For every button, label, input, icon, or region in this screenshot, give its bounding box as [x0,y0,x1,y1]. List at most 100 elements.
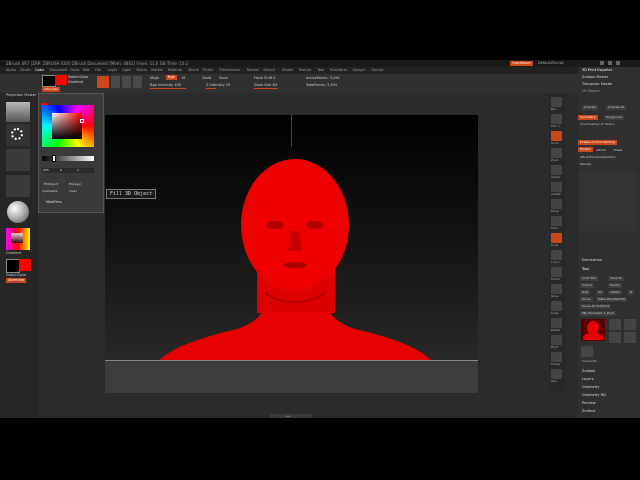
maximize-icon[interactable] [608,61,612,65]
tool-l-sym-button[interactable]: L.Sym [551,250,562,264]
goz-button[interactable]: GoZ [580,290,591,295]
tool-actual-button[interactable]: Actual [551,165,562,179]
protect-button[interactable]: Protect [578,147,593,152]
shelf-main-color[interactable] [6,259,20,273]
tool-palette-header[interactable]: Tool [582,267,589,271]
tool-frame-button[interactable]: Frame [551,267,562,281]
default-zscript-button[interactable]: DefaultZScript [538,61,563,65]
decimation-item[interactable]: Decimation [582,258,602,262]
value-slider[interactable] [42,155,94,162]
tool-bpr-button[interactable]: Bpr [551,97,562,111]
sys-palette-button[interactable]: SysPalette [42,189,58,193]
tool-local-button[interactable]: Local [551,233,562,247]
texture-thumbnail[interactable] [6,175,30,197]
menu-file[interactable]: File [95,68,101,72]
main-color-swatch[interactable] [42,75,56,87]
menu-color[interactable]: Color [35,68,44,72]
polygroups-button[interactable]: Polygroups [604,115,625,120]
tool-rotate-button[interactable]: Rotate [551,318,562,332]
menu-zscript[interactable]: Zscript [371,68,383,72]
shelf-switch-color-label[interactable]: SwitchColor [6,273,27,277]
tool-persp-button[interactable]: Persp [551,199,562,213]
tool-thumb-polymesh[interactable] [609,332,621,343]
menu-document[interactable]: Document [50,68,68,72]
menu-stroke[interactable]: Stroke [282,68,293,72]
menu-macro[interactable]: Macro [137,68,148,72]
alternate-button[interactable]: Alternate [42,87,60,92]
preview-section[interactable]: Preview [582,401,596,405]
tool-solo-button[interactable]: Solo [551,369,562,383]
blue-value[interactable]: 0 [77,168,79,172]
menu-movie[interactable]: Movie [188,68,198,72]
rgb-values-row[interactable]: 255 0 0 [42,168,94,173]
tool-spix-3-button[interactable]: SPix 3 [551,114,562,128]
density-slider[interactable]: Density [580,162,591,166]
draw-mode-icon[interactable] [97,76,109,88]
use-existing-seams-label[interactable]: Use Existing UV Seams [580,122,615,126]
clone-all-subtools-button[interactable]: Clone All SubTools [580,304,612,309]
attract-button[interactable]: Attract [596,148,606,152]
menu-marker[interactable]: Marker [151,68,163,72]
minimize-icon[interactable] [600,61,604,65]
menu-zplugin[interactable]: Zplugin [353,68,366,72]
clear-button[interactable]: Clear [69,189,77,193]
alpha-thumbnail[interactable] [6,149,30,171]
switch-color-label[interactable]: SwitchColor [68,75,89,79]
subtool-master-item[interactable]: Subtool Master [582,75,608,79]
menu-picker[interactable]: Picker [203,68,213,72]
menu-alpha[interactable]: Alpha [6,68,16,72]
secondary-color-swatch[interactable] [55,75,67,85]
value-slider-handle[interactable] [52,155,56,162]
tool-zoom-button[interactable]: Zoom [551,148,562,162]
close-icon[interactable] [616,61,620,65]
erase-button[interactable]: Erase [614,148,622,152]
tool-thumb-simplebrush[interactable] [609,319,621,330]
gradient-label[interactable]: Gradient [68,80,83,84]
tool-thumb-dynamesh[interactable] [624,332,636,343]
layers-section[interactable]: Layers [582,377,594,381]
green-value[interactable]: 0 [60,168,62,172]
surface-section[interactable]: Surface [582,409,595,413]
rotate-mode-icon[interactable] [133,76,142,88]
menu-edit[interactable]: Edit [83,68,90,72]
enable-control-painting-button[interactable]: Enable Control Painting [578,140,618,145]
focal-shift-slider[interactable]: Focal Shift 0 [254,76,275,80]
menu-brush[interactable]: Brush [21,68,31,72]
uv-master-item[interactable]: UV Master [582,89,600,93]
geometry-section[interactable]: Geometry [582,385,599,389]
3d-viewport[interactable] [105,115,478,393]
tool-polyf-button[interactable]: PolyF [551,335,562,349]
saturation-value-square[interactable] [52,113,82,139]
make-polymesh-button[interactable]: Make PolyMesh3D [596,297,628,302]
geometry-hd-section[interactable]: Geometry HD [582,393,606,397]
tool-thumb-cylinder[interactable] [624,319,636,330]
menu-layer[interactable]: Layer [108,68,118,72]
modifiers-header[interactable]: Modifiers [46,200,62,204]
zadd-toggle[interactable]: Zadd [202,76,211,80]
m-toggle[interactable]: M [182,76,185,80]
tool-aahalf-button[interactable]: AAHalf [551,182,562,196]
menu-light[interactable]: Light [122,68,131,72]
draw-size-slider[interactable]: Draw Size 64 [254,83,277,87]
shelf-secondary-color[interactable] [19,259,31,271]
visible-button[interactable]: Visible [608,290,622,295]
menu-texture[interactable]: Texture [299,68,312,72]
menu-preferences[interactable]: Preferences [220,68,241,72]
menu-material[interactable]: Material [168,68,182,72]
transpose-master-item[interactable]: Transpose Master [582,82,613,86]
rgb-intensity-slider[interactable]: Rgb Intensity 100 [150,83,181,87]
material-sphere-icon[interactable] [7,201,29,223]
load-tool-button[interactable]: Load Tool [580,276,598,281]
unwrap-all-button[interactable]: Unwrap All [606,105,627,110]
save-as-button[interactable]: Save As [608,276,624,281]
r-button[interactable]: R [628,290,635,295]
unwrap-button[interactable]: Unwrap [582,105,598,110]
shelf-gradient-label[interactable]: Gradient [6,251,21,255]
tool-scale-button[interactable]: Scale [551,301,562,315]
menu-render[interactable]: Render [247,68,259,72]
import-button[interactable]: Import [580,283,594,288]
tool-scroll-button[interactable]: Scroll [551,131,562,145]
move-mode-icon[interactable] [111,76,120,88]
subtool-section[interactable]: Subtool [582,369,595,373]
projection-master-button[interactable]: Projection Master [6,93,36,97]
